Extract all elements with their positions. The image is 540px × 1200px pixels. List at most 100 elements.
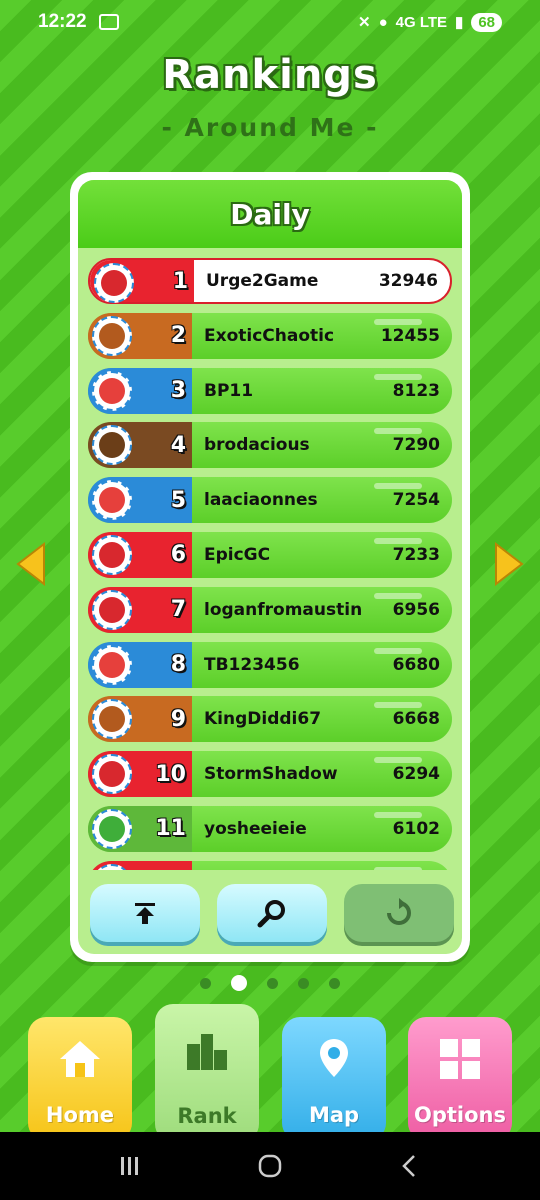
bottom-nav: Home Rank Map Options xyxy=(0,1004,540,1142)
refresh-button[interactable] xyxy=(344,884,454,942)
nav-options-button[interactable]: Options xyxy=(408,1017,512,1141)
nav-options-label: Options xyxy=(414,1103,506,1127)
scroll-top-button[interactable] xyxy=(90,884,200,942)
page-dot[interactable] xyxy=(298,978,309,989)
player-avatar xyxy=(92,699,132,740)
back-icon[interactable] xyxy=(397,1153,423,1179)
mute-icon: ✕ xyxy=(358,14,371,31)
rankings-panel-inner: Daily 1 Urge2Game 32946 2 ExoticChaotic 12455… xyxy=(78,180,462,954)
rank-number: 3 xyxy=(170,378,186,404)
player-avatar xyxy=(92,644,132,685)
player-score: 7290 xyxy=(392,435,440,456)
rank-tab: 6 xyxy=(88,531,192,578)
rank-tab: 8 xyxy=(88,641,192,688)
nav-home-label: Home xyxy=(45,1103,115,1127)
prev-page-arrow-icon[interactable] xyxy=(14,542,48,586)
player-avatar xyxy=(92,754,132,795)
ranking-row[interactable]: 5 laaciaonnes 7254 xyxy=(88,477,452,524)
character-icon xyxy=(99,815,125,842)
ranking-row[interactable] xyxy=(88,860,452,870)
rank-number: 1 xyxy=(172,268,188,294)
home-icon xyxy=(60,1041,100,1077)
character-icon xyxy=(99,377,125,404)
rank-tab: 11 xyxy=(88,805,192,852)
player-score: 6102 xyxy=(392,818,440,839)
rank-number: 5 xyxy=(170,487,186,513)
refresh-icon xyxy=(387,898,411,925)
player-avatar xyxy=(92,808,132,849)
battery-badge: 68 xyxy=(471,12,502,32)
rank-tab xyxy=(88,860,192,870)
recent-apps-icon[interactable] xyxy=(117,1153,143,1179)
ranking-row[interactable]: 8 TB123456 6680 xyxy=(88,641,452,688)
player-avatar xyxy=(92,589,132,630)
ranking-row[interactable]: 11 yosheeieie 6102 xyxy=(88,805,452,852)
player-score: 6294 xyxy=(392,764,440,785)
player-avatar xyxy=(92,534,132,575)
ranking-row[interactable]: 6 EpicGC 7233 xyxy=(88,531,452,578)
search-button[interactable] xyxy=(217,884,327,942)
row-highlight xyxy=(374,483,422,490)
player-avatar xyxy=(92,370,132,411)
rank-number: 9 xyxy=(170,706,186,732)
row-highlight xyxy=(374,866,422,870)
ranking-row[interactable]: 1 Urge2Game 32946 xyxy=(88,258,452,304)
ranking-row[interactable]: 4 brodacious 7290 xyxy=(88,422,452,469)
rank-number: 8 xyxy=(170,652,186,678)
ranking-row[interactable]: 2 ExoticChaotic 12455 xyxy=(88,312,452,359)
player-name: yosheeieie xyxy=(204,818,307,839)
player-avatar xyxy=(92,863,132,870)
row-highlight xyxy=(374,811,422,818)
rank-tab: 4 xyxy=(88,422,192,469)
rank-tab: 3 xyxy=(88,367,192,414)
rank-tab: 9 xyxy=(88,696,192,743)
character-icon xyxy=(99,322,125,349)
character-icon xyxy=(99,432,125,459)
page-subtitle: - Around Me - xyxy=(161,113,379,142)
player-name: TB123456 xyxy=(204,654,300,675)
player-score: 6668 xyxy=(392,709,440,730)
ranking-row[interactable]: 7 loganfromaustin 6956 xyxy=(88,586,452,633)
player-name: StormShadow xyxy=(204,764,338,785)
page-indicator[interactable] xyxy=(0,975,540,991)
rank-tab: 1 xyxy=(90,260,194,303)
page-dot[interactable] xyxy=(231,975,247,991)
ranking-row[interactable]: 9 KingDiddi67 6668 xyxy=(88,696,452,743)
player-avatar xyxy=(94,263,134,303)
rank-number: 2 xyxy=(170,323,186,349)
rank-number: 4 xyxy=(170,432,186,458)
player-score: 8123 xyxy=(392,380,440,401)
home-circle-icon[interactable] xyxy=(257,1153,283,1179)
row-highlight xyxy=(374,757,422,764)
player-avatar xyxy=(92,480,132,521)
row-highlight xyxy=(374,537,422,544)
player-score: 6956 xyxy=(392,599,440,620)
character-icon xyxy=(99,596,125,623)
player-name: loganfromaustin xyxy=(204,599,363,620)
row-highlight xyxy=(374,702,422,709)
nav-map-button[interactable]: Map xyxy=(282,1017,386,1141)
page-dot[interactable] xyxy=(200,978,211,989)
page-dot[interactable] xyxy=(267,978,278,989)
panel-buttons xyxy=(90,884,454,946)
nav-rank-label: Rank xyxy=(177,1104,237,1128)
player-name: brodacious xyxy=(204,435,310,456)
search-icon xyxy=(257,900,285,928)
ranking-row[interactable]: 10 StormShadow 6294 xyxy=(88,751,452,798)
rank-tab: 10 xyxy=(88,751,192,798)
nav-home-button[interactable]: Home xyxy=(28,1017,132,1141)
next-page-arrow-icon[interactable] xyxy=(492,542,526,586)
page-dot[interactable] xyxy=(329,978,340,989)
row-highlight xyxy=(374,373,422,380)
row-highlight xyxy=(374,647,422,654)
rank-number: 10 xyxy=(155,761,186,787)
player-name: BP11 xyxy=(204,380,254,401)
ranking-row[interactable]: 3 BP11 8123 xyxy=(88,367,452,414)
signal-icon: ▮ xyxy=(455,14,464,31)
rank-tab: 7 xyxy=(88,586,192,633)
panel-header: Daily xyxy=(78,180,462,248)
character-icon xyxy=(99,706,125,733)
nav-rank-button[interactable]: Rank xyxy=(155,1004,259,1142)
ranking-list[interactable]: 1 Urge2Game 32946 2 ExoticChaotic 12455 3 BP11 8… xyxy=(88,258,452,870)
nav-map-label: Map xyxy=(308,1103,360,1127)
